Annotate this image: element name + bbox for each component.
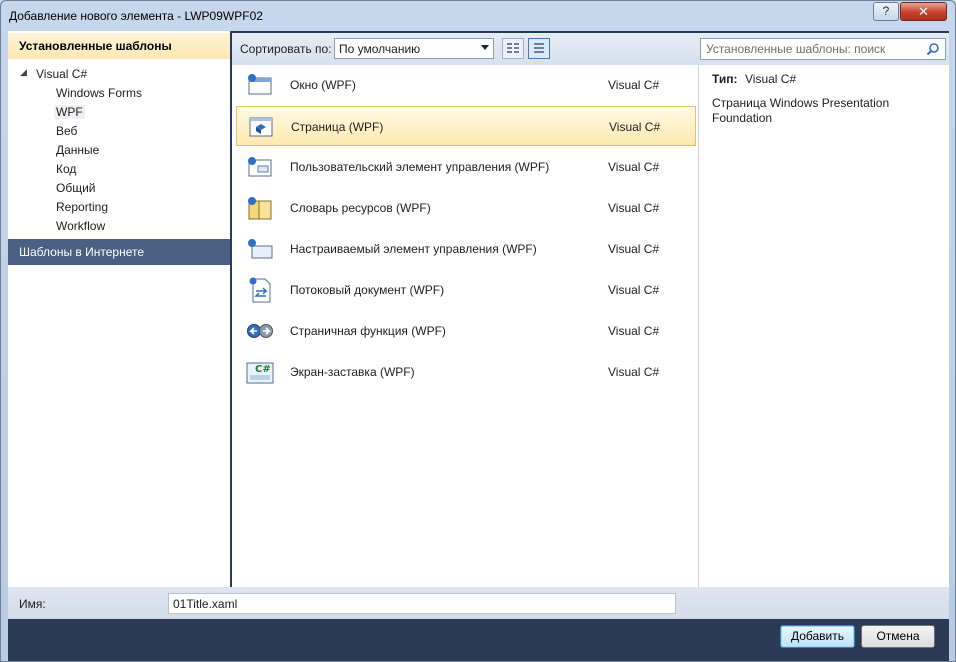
sidebar-item-windows-forms[interactable]: Windows Forms: [56, 86, 142, 100]
template-row-resource-dictionary[interactable]: Словарь ресурсов (WPF) Visual C#: [236, 188, 696, 228]
details-description: Страница Windows Presentation Foundation: [712, 96, 890, 125]
add-new-item-dialog: Добавление нового элемента - LWP09WPF02 …: [0, 0, 956, 662]
sort-dropdown-value: По умолчанию: [339, 42, 421, 56]
window-icon: [248, 74, 272, 95]
page-function-icon: [247, 324, 273, 338]
template-language: Visual C#: [609, 120, 661, 134]
sidebar-item-workflow[interactable]: Workflow: [56, 219, 105, 233]
search-icon[interactable]: [926, 42, 940, 56]
template-name: Пользовательский элемент управления (WPF…: [290, 160, 550, 174]
page-icon: [249, 117, 273, 137]
template-row-splash-screen[interactable]: C# Экран-заставка (WPF) Visual C#: [236, 352, 696, 392]
window-title: Добавление нового элемента - LWP09WPF02: [9, 9, 263, 23]
name-label: Имя:: [19, 597, 46, 611]
search-placeholder: Установленные шаблоны: поиск: [706, 42, 886, 56]
name-row: Имя: 01Title.xaml: [8, 587, 949, 619]
list-view-button[interactable]: [528, 38, 550, 59]
template-language: Visual C#: [608, 242, 660, 256]
template-language: Visual C#: [608, 324, 660, 338]
installed-templates-header[interactable]: Установленные шаблоны: [8, 33, 230, 59]
cancel-button[interactable]: Отмена: [861, 625, 935, 648]
sort-dropdown[interactable]: По умолчанию: [334, 38, 494, 59]
template-name: Потоковый документ (WPF): [290, 283, 445, 297]
template-row-custom-control[interactable]: Настраиваемый элемент управления (WPF) V…: [236, 229, 696, 269]
close-button[interactable]: ✕: [900, 2, 947, 21]
dialog-client-area: Установленные шаблоны ◢ Visual C# Window…: [8, 31, 949, 661]
sidebar-item-code[interactable]: Код: [56, 162, 76, 176]
template-language: Visual C#: [608, 201, 660, 215]
user-control-icon: [248, 157, 272, 177]
sort-toolbar: Сортировать по: По умолчанию: [232, 33, 698, 65]
template-language: Visual C#: [608, 365, 660, 379]
online-templates-header[interactable]: Шаблоны в Интернете: [8, 239, 230, 265]
template-row-flow-document[interactable]: Потоковый документ (WPF) Visual C#: [236, 270, 696, 310]
resource-dictionary-icon: [248, 197, 272, 220]
template-name: Экран-заставка (WPF): [290, 365, 415, 379]
title-bar[interactable]: Добавление нового элемента - LWP09WPF02 …: [1, 1, 955, 31]
custom-control-icon: [248, 239, 273, 259]
add-button[interactable]: Добавить: [780, 625, 855, 648]
help-button[interactable]: ?: [873, 2, 899, 21]
template-language: Visual C#: [608, 78, 660, 92]
template-language: Visual C#: [608, 283, 660, 297]
template-language: Visual C#: [608, 160, 660, 174]
sidebar-item-reporting[interactable]: Reporting: [56, 200, 108, 214]
flow-document-icon: [249, 277, 271, 303]
svg-text:C#: C#: [255, 364, 271, 375]
template-name: Словарь ресурсов (WPF): [290, 201, 431, 215]
template-details-pane: Тип: Visual C# Страница Windows Presenta…: [698, 65, 949, 587]
template-name: Страница (WPF): [291, 120, 384, 134]
details-type-label: Тип:: [712, 72, 738, 86]
template-name: Окно (WPF): [290, 78, 356, 92]
template-row-window[interactable]: Окно (WPF) Visual C#: [236, 65, 696, 105]
sort-label: Сортировать по:: [240, 42, 332, 56]
small-icons-view-button[interactable]: [502, 38, 524, 59]
splash-screen-icon: C#: [246, 362, 274, 384]
sidebar-item-web[interactable]: Веб: [56, 124, 77, 138]
template-name: Страничная функция (WPF): [290, 324, 446, 338]
tree-root-label: Visual C#: [36, 67, 88, 81]
search-input[interactable]: Установленные шаблоны: поиск: [700, 38, 946, 60]
template-categories-pane: Установленные шаблоны ◢ Visual C# Window…: [8, 31, 230, 587]
sidebar-item-general[interactable]: Общий: [56, 181, 96, 195]
details-type-value: Visual C#: [745, 72, 797, 86]
template-name: Настраиваемый элемент управления (WPF): [290, 242, 537, 256]
template-row-page-function[interactable]: Страничная функция (WPF) Visual C#: [236, 311, 696, 351]
sidebar-item-data[interactable]: Данные: [56, 143, 99, 157]
tree-expand-arrow-icon[interactable]: ◢: [20, 67, 27, 78]
chevron-down-icon: [481, 45, 489, 50]
search-bar: Установленные шаблоны: поиск: [698, 33, 949, 65]
template-row-page[interactable]: Страница (WPF) Visual C#: [236, 106, 696, 146]
name-field[interactable]: 01Title.xaml: [168, 593, 676, 614]
template-row-user-control[interactable]: Пользовательский элемент управления (WPF…: [236, 147, 696, 187]
template-list: Окно (WPF) Visual C# Страница (WPF) Visu…: [232, 65, 698, 587]
sidebar-item-wpf[interactable]: WPF: [54, 105, 85, 119]
